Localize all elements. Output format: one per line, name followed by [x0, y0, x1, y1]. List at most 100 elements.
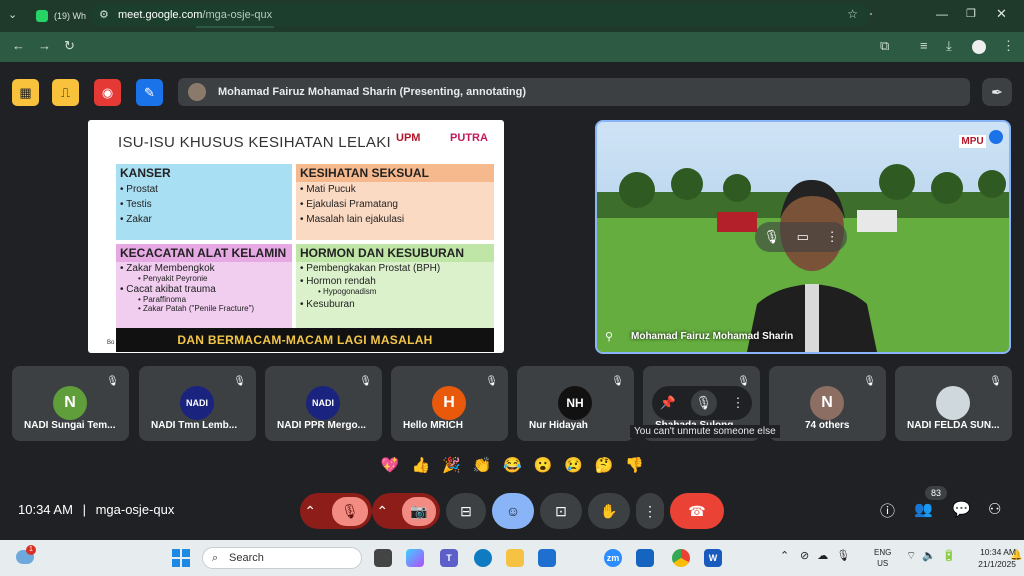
- store-icon[interactable]: [538, 549, 556, 567]
- reaction-button[interactable]: 😢: [564, 456, 583, 474]
- box-kesihatan-seksual: KESIHATAN SEKSUAL • Mati Pucuk • Ejakula…: [296, 164, 494, 240]
- participant-name: Hello MRICH: [403, 420, 463, 431]
- close-window-button[interactable]: ✕: [996, 6, 1007, 22]
- edge-icon[interactable]: [474, 549, 492, 567]
- muted-mic-icon: 🎙: [106, 376, 119, 387]
- download-icon[interactable]: ⤓: [946, 38, 952, 54]
- people-icon[interactable]: 👥: [914, 500, 933, 518]
- pin-icon[interactable]: 📌: [659, 395, 675, 411]
- participant-tile[interactable]: NH Nur Hidayah 🎙: [517, 366, 634, 441]
- chrome-icon[interactable]: [672, 549, 690, 567]
- captions-button[interactable]: ⊟: [446, 493, 486, 529]
- reaction-button[interactable]: 👎: [625, 456, 644, 474]
- notes-button[interactable]: ✎: [136, 79, 163, 106]
- box-item: • Mati Pucuk: [300, 184, 356, 195]
- emoji-button[interactable]: ☺: [492, 493, 534, 529]
- speaker-logos: MPU: [959, 130, 1003, 148]
- box-item: • Pembengkakan Prostat (BPH): [300, 263, 441, 274]
- reaction-button[interactable]: 🎉: [442, 456, 461, 474]
- word-icon[interactable]: W: [704, 549, 722, 567]
- mic-options-button[interactable]: ⌃ 🎙: [300, 493, 372, 529]
- speaker-video-tile[interactable]: 🎙 ▭ ⋮ MPU Mohamad Fairuz Mohamad Sharin …: [595, 120, 1011, 354]
- extensions-icon[interactable]: ⧉: [880, 38, 889, 54]
- present-button[interactable]: ⊡: [540, 493, 582, 529]
- tray-chevron-icon[interactable]: ⌃: [780, 549, 789, 562]
- participant-tile[interactable]: N 74 others 🎙: [769, 366, 886, 441]
- participant-tile[interactable]: NADI NADI PPR Mergo... 🎙: [265, 366, 382, 441]
- tab-label: (19) Wh: [54, 11, 87, 21]
- slide-banner: DAN BERMACAM-MACAM LAGI MASALAH: [116, 328, 494, 352]
- browser-menu-icon[interactable]: ⋮: [1002, 38, 1015, 54]
- taskbar-clock[interactable]: 10:34 AM 21/1/2025: [964, 546, 1016, 570]
- reaction-button[interactable]: 😮: [534, 456, 553, 474]
- address-bar[interactable]: ⚙ meet.google.com/mga-osje-qux ☆: [90, 4, 870, 26]
- copilot-icon[interactable]: [406, 549, 424, 567]
- task-view-icon[interactable]: [374, 549, 392, 567]
- meeting-time-code: 10:34 AM | mga-osje-qux: [18, 502, 175, 517]
- annotate-pen-icon[interactable]: ✒: [982, 78, 1012, 106]
- more-options-icon[interactable]: ⋮: [826, 229, 839, 245]
- start-button[interactable]: [172, 549, 190, 567]
- box-subitem: • Zakar Patah ("Penile Fracture"): [138, 304, 255, 313]
- minimize-button[interactable]: —: [936, 7, 948, 21]
- speaker-name: Mohamad Fairuz Mohamad Sharin: [631, 331, 794, 342]
- reaction-button[interactable]: 👍: [411, 456, 430, 474]
- back-button[interactable]: ←: [12, 38, 25, 53]
- record-button[interactable]: ◉: [94, 79, 121, 106]
- speaker-hover-controls[interactable]: 🎙 ▭ ⋮: [755, 222, 847, 252]
- participant-avatar: H: [432, 386, 466, 420]
- tray-network-icons[interactable]: ⌔🔈🔋: [906, 549, 962, 563]
- teams-icon[interactable]: T: [440, 549, 458, 567]
- taskbar-search[interactable]: ⌕ Search: [202, 547, 362, 569]
- reaction-button[interactable]: 😂: [503, 456, 522, 474]
- more-options-icon[interactable]: ⋮: [732, 395, 745, 411]
- slide-title: ISU-ISU KHUSUS KESIHATAN LELAKI: [118, 134, 391, 151]
- profile-avatar[interactable]: [972, 40, 986, 54]
- chat-icon[interactable]: 💬: [952, 500, 971, 518]
- raise-hand-button[interactable]: ✋: [588, 493, 630, 529]
- reaction-button[interactable]: 👏: [473, 456, 492, 474]
- more-options-button[interactable]: ⋮: [636, 493, 664, 529]
- muted-mic-icon: 🎙: [989, 376, 1002, 387]
- box-item: • Zakar Membengkok: [120, 263, 215, 274]
- zoom-icon[interactable]: zm: [604, 549, 622, 567]
- search-placeholder: Search: [229, 552, 264, 564]
- box-subitem: • Penyakit Peyronie: [138, 274, 208, 283]
- site-info-icon[interactable]: ⚙: [99, 8, 109, 21]
- activities-icon[interactable]: ⚇: [988, 500, 1001, 518]
- app-icon[interactable]: [636, 549, 654, 567]
- tab-search-dropdown[interactable]: ⌄: [8, 8, 17, 21]
- frame-icon[interactable]: ▭: [797, 229, 809, 245]
- participant-tile[interactable]: H Hello MRICH 🎙: [391, 366, 508, 441]
- muted-mic-icon[interactable]: 🎙: [763, 229, 780, 245]
- presenter-bar[interactable]: Mohamad Fairuz Mohamad Sharin (Presentin…: [178, 78, 970, 106]
- reaction-button[interactable]: 🤔: [595, 456, 614, 474]
- participant-hover-bar[interactable]: 📌 🎙 ⋮: [652, 386, 752, 420]
- camera-options-button[interactable]: ⌃ 📷: [372, 493, 440, 529]
- meeting-info-icon[interactable]: ⓘ: [880, 500, 895, 521]
- bookmark-star-icon[interactable]: ☆: [847, 7, 858, 21]
- reaction-button[interactable]: 💖: [381, 456, 400, 474]
- exit-door-button[interactable]: ⎍: [52, 79, 79, 106]
- box-heading: KECACATAN ALAT KELAMIN: [116, 244, 292, 262]
- participant-name: 74 others: [805, 420, 850, 431]
- muted-mic-icon: 🎙: [737, 376, 750, 387]
- leave-call-button[interactable]: ☎: [670, 493, 724, 529]
- reload-button[interactable]: ↻: [64, 38, 75, 54]
- hide-annotations-button[interactable]: ▦: [12, 79, 39, 106]
- pin-icon[interactable]: ⚲: [605, 330, 613, 343]
- muted-mic-icon[interactable]: 🎙: [690, 390, 717, 416]
- forward-button[interactable]: →: [38, 38, 51, 53]
- restore-button[interactable]: ❐: [966, 7, 976, 20]
- tray-icons[interactable]: ⊘☁🎙: [800, 549, 858, 562]
- file-explorer-icon[interactable]: [506, 549, 524, 567]
- participant-tile[interactable]: NADI FELDA SUN... 🎙: [895, 366, 1012, 441]
- muted-mic-icon: 🎙: [611, 376, 624, 387]
- media-icon[interactable]: ≡: [920, 38, 928, 53]
- participant-tile[interactable]: NADI NADI Tmn Lemb... 🎙: [139, 366, 256, 441]
- muted-mic-icon: 🎙: [863, 376, 876, 387]
- meeting-code: mga-osje-qux: [95, 502, 175, 517]
- clock-date: 21/1/2025: [978, 559, 1016, 569]
- participant-tile[interactable]: N NADI Sungai Tem... 🎙: [12, 366, 129, 441]
- language-indicator[interactable]: ENG US: [874, 547, 891, 569]
